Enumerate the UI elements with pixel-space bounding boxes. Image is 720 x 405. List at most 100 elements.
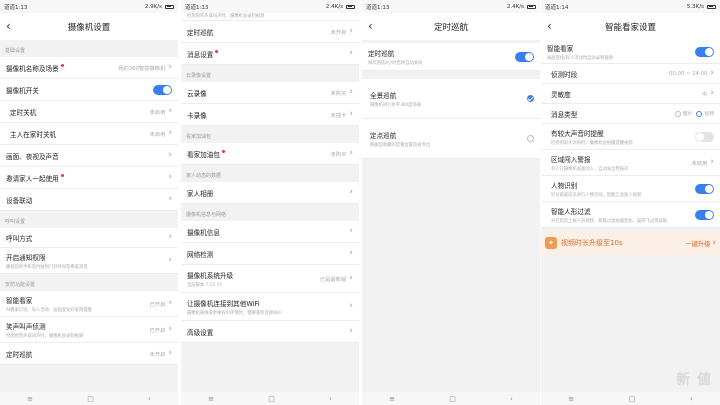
invite-row[interactable]: 邀请家人一起使用 ›: [0, 167, 178, 189]
home-nav-icon[interactable]: □: [87, 395, 94, 403]
timed-cruise-row[interactable]: 定时巡航 未开启 ›: [0, 343, 178, 365]
family-album-row[interactable]: 家人相册 ›: [181, 182, 359, 204]
loud-sound-toggle[interactable]: [695, 131, 714, 142]
chevron-right-icon: ›: [349, 48, 353, 58]
smart-guard-toggle[interactable]: [695, 46, 714, 57]
battery-icon: [527, 4, 536, 9]
back-nav-icon[interactable]: ‹: [690, 395, 693, 403]
camera-settings-scrolled-panel: 道道1:13 2.4K/s 检测到笑声或叫声时，摄像机会录制视频 定时巡航 未开…: [181, 0, 359, 405]
menu-nav-icon[interactable]: ≡: [389, 395, 395, 403]
red-dot-icon: [60, 173, 64, 177]
upgrade-banner[interactable]: ✦ 视频时长升级至10s 一键升级 ›: [541, 231, 720, 255]
guard-pack-row[interactable]: 看家加油包 未购买 ›: [181, 143, 359, 165]
back-icon[interactable]: ‹: [368, 19, 373, 33]
type-image-option[interactable]: 图片: [674, 110, 692, 117]
system-nav-bar: ≡ □ ‹: [362, 392, 540, 405]
chevron-right-icon: ›: [349, 301, 353, 311]
section-header: 呼叫设置: [5, 219, 26, 225]
home-nav-icon[interactable]: □: [268, 395, 275, 403]
chevron-right-icon: ›: [168, 128, 172, 138]
upgrade-button[interactable]: 一键升级: [685, 239, 710, 248]
timed-cruise-row[interactable]: 定时巡航 未开启 ›: [181, 21, 359, 43]
full-cruise-option[interactable]: 全景巡航 摄像机进行水平360度巡视: [362, 79, 540, 119]
home-off-row[interactable]: 主人在家时关机 未启用 ›: [0, 123, 178, 145]
chevron-right-icon: ›: [349, 226, 353, 236]
advanced-settings-row[interactable]: 高级设置 ›: [181, 321, 359, 343]
human-filter-row: 智能人形过滤 开启后仅上报人形视频，智能过滤画面变化、猫狗飞过等误报: [541, 202, 720, 228]
menu-nav-icon[interactable]: ≡: [27, 395, 33, 403]
chevron-right-icon: ›: [168, 150, 172, 160]
title-bar: ‹ 定时巡航: [362, 13, 540, 40]
selected-check-icon[interactable]: [527, 95, 534, 102]
detect-period-row[interactable]: 侦测时段 00:00 ~ 24:00 ›: [541, 64, 720, 84]
red-dot-icon: [215, 49, 219, 53]
radio-icon: [674, 110, 681, 117]
call-method-row[interactable]: 呼叫方式 ›: [0, 228, 178, 248]
chevron-right-icon: ›: [168, 255, 172, 265]
human-filter-toggle[interactable]: [695, 209, 714, 220]
cloud-record-row[interactable]: 云录像 未购买 ›: [181, 82, 359, 104]
chevron-right-icon: ›: [349, 187, 353, 197]
system-nav-bar: ≡ □ ‹: [0, 392, 178, 405]
chevron-right-icon: ›: [349, 26, 353, 36]
change-wifi-row[interactable]: 让摄像机连接到其他WiFi 摄像机离线或更换WiFi环境时，需要重新连接WiFi …: [181, 293, 359, 321]
chevron-right-icon: ›: [710, 88, 714, 98]
chevron-right-icon: ›: [168, 298, 172, 308]
point-cruise-option[interactable]: 定点巡航 根据您收藏的常看位置巡视点位: [362, 119, 540, 159]
system-upgrade-row[interactable]: 摄像机系统升级 当前版本 7.12.15 已是最新版 ›: [181, 265, 359, 293]
timed-off-row[interactable]: 定时关机 未启用 ›: [0, 101, 178, 123]
person-recognition-row: 人物识别 针对家庭成员进行人物识别，智能汇总家人视频: [541, 176, 720, 202]
chevron-right-icon: ›: [349, 148, 353, 158]
page-title: 智能看家设置: [604, 22, 656, 33]
timed-cruise-toggle[interactable]: [515, 51, 534, 62]
back-nav-icon[interactable]: ‹: [148, 395, 151, 403]
battery-icon: [346, 4, 355, 9]
camera-switch-toggle[interactable]: [153, 84, 172, 95]
watermark: 新 値: [676, 372, 712, 388]
chevron-right-icon: ›: [349, 326, 353, 336]
page-title: 定时巡航: [433, 22, 468, 33]
chevron-right-icon: ›: [168, 106, 172, 116]
status-bar: 道道1:13 2.4K/s: [181, 0, 359, 13]
menu-nav-icon[interactable]: ≡: [568, 395, 574, 403]
home-nav-icon[interactable]: □: [629, 395, 636, 403]
notify-row[interactable]: 开启通知权限 确保您的手机及时收到门铃呼叫及看家消息 ›: [0, 248, 178, 274]
system-nav-bar: ≡ □ ‹: [541, 392, 720, 405]
linkage-row[interactable]: 设备联动 ›: [0, 189, 178, 211]
card-record-row[interactable]: 卡录像 未插卡 ›: [181, 104, 359, 126]
chevron-right-icon: ›: [710, 68, 714, 78]
battery-icon: [707, 4, 716, 9]
status-bar: 道道1:14 5.3K/s: [541, 0, 720, 13]
home-nav-icon[interactable]: □: [449, 395, 456, 403]
network-check-row[interactable]: 网络检测 ›: [181, 243, 359, 265]
partial-row: 检测到笑声或叫声时，摄像机会录制视频: [181, 13, 359, 21]
type-video-option[interactable]: 视频: [696, 110, 714, 117]
cry-detect-row[interactable]: 笑声叫声侦测 检测到笑声或叫声时，摄像机会录制视频 已开启 ›: [0, 317, 178, 343]
unselected-radio-icon[interactable]: [527, 135, 534, 142]
battery-icon: [165, 4, 174, 9]
zone-intrusion-row[interactable]: 区域闯入警报 有人在摄像机画面闯入，自动发出警报声 未启用 ›: [541, 150, 720, 176]
message-settings-row[interactable]: 消息设置 ›: [181, 43, 359, 65]
section-header: 云录像设置: [186, 73, 212, 79]
section-header: 家人动态的数据: [186, 173, 222, 179]
chevron-right-icon: ›: [168, 348, 172, 358]
chevron-right-icon: ›: [168, 194, 172, 204]
system-nav-bar: ≡ □ ‹: [181, 392, 359, 405]
back-icon[interactable]: ‹: [6, 19, 11, 33]
camera-info-row[interactable]: 摄像机信息 ›: [181, 221, 359, 243]
title-bar: ‹ 摄像机设置: [0, 13, 178, 40]
smart-guard-switch-row: 智能看家 画面变化/有人活动时自动录制视频: [541, 40, 720, 64]
back-nav-icon[interactable]: ‹: [329, 395, 332, 403]
picture-row[interactable]: 画面、夜视及声音 ›: [0, 145, 178, 167]
camera-name-row[interactable]: 摄像机名称及场景 我的360智能摄像机 ›: [0, 57, 178, 79]
gift-icon: ✦: [545, 237, 557, 249]
person-recognition-toggle[interactable]: [695, 183, 714, 194]
camera-settings-panel: 道道1:13 2.9K/s ‹ 摄像机设置 基础设置 摄像机名称及场景 我的36…: [0, 0, 178, 405]
smart-guard-row[interactable]: 智能看家 AI看家识别，有人活动、画面变化好家则提醒 已开启 ›: [0, 291, 178, 317]
sensitivity-row[interactable]: 灵敏度 中 ›: [541, 84, 720, 104]
status-bar: 道道1:13 2.9K/s: [0, 0, 178, 13]
menu-nav-icon[interactable]: ≡: [208, 395, 214, 403]
red-dot-icon: [60, 63, 64, 67]
back-nav-icon[interactable]: ‹: [510, 395, 513, 403]
back-icon[interactable]: ‹: [547, 19, 552, 33]
